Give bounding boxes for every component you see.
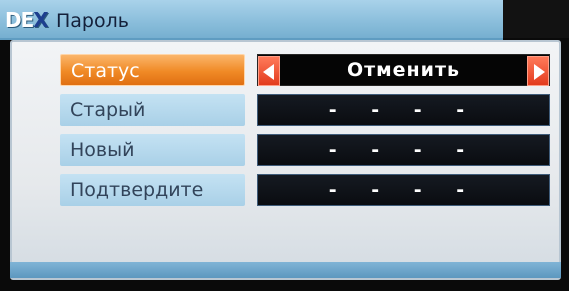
- status-row[interactable]: Статус Отменить: [60, 54, 550, 86]
- password-screen: DEX Пароль Статус Отменить Старый - - - …: [0, 0, 569, 291]
- title-bar: DEX Пароль: [0, 0, 503, 40]
- new-password-row[interactable]: Новый - - - -: [60, 134, 550, 166]
- old-password-label: Старый: [60, 94, 245, 126]
- old-password-field[interactable]: - - - -: [257, 94, 550, 126]
- left-arrow-icon[interactable]: [258, 56, 280, 86]
- confirm-password-row[interactable]: Подтвердите - - - -: [60, 174, 550, 206]
- bottom-bar: [10, 262, 561, 278]
- confirm-password-label: Подтвердите: [60, 174, 245, 206]
- status-label: Статус: [60, 54, 245, 86]
- brand-logo: DEX: [5, 8, 49, 32]
- old-password-row[interactable]: Старый - - - -: [60, 94, 550, 126]
- new-password-field[interactable]: - - - -: [257, 134, 550, 166]
- status-selector[interactable]: Отменить: [257, 54, 550, 86]
- confirm-password-field[interactable]: - - - -: [257, 174, 550, 206]
- new-password-label: Новый: [60, 134, 245, 166]
- page-title: Пароль: [56, 10, 129, 32]
- status-value: Отменить: [346, 59, 461, 81]
- right-arrow-icon[interactable]: [527, 56, 549, 86]
- title-bar-corner: [503, 0, 569, 38]
